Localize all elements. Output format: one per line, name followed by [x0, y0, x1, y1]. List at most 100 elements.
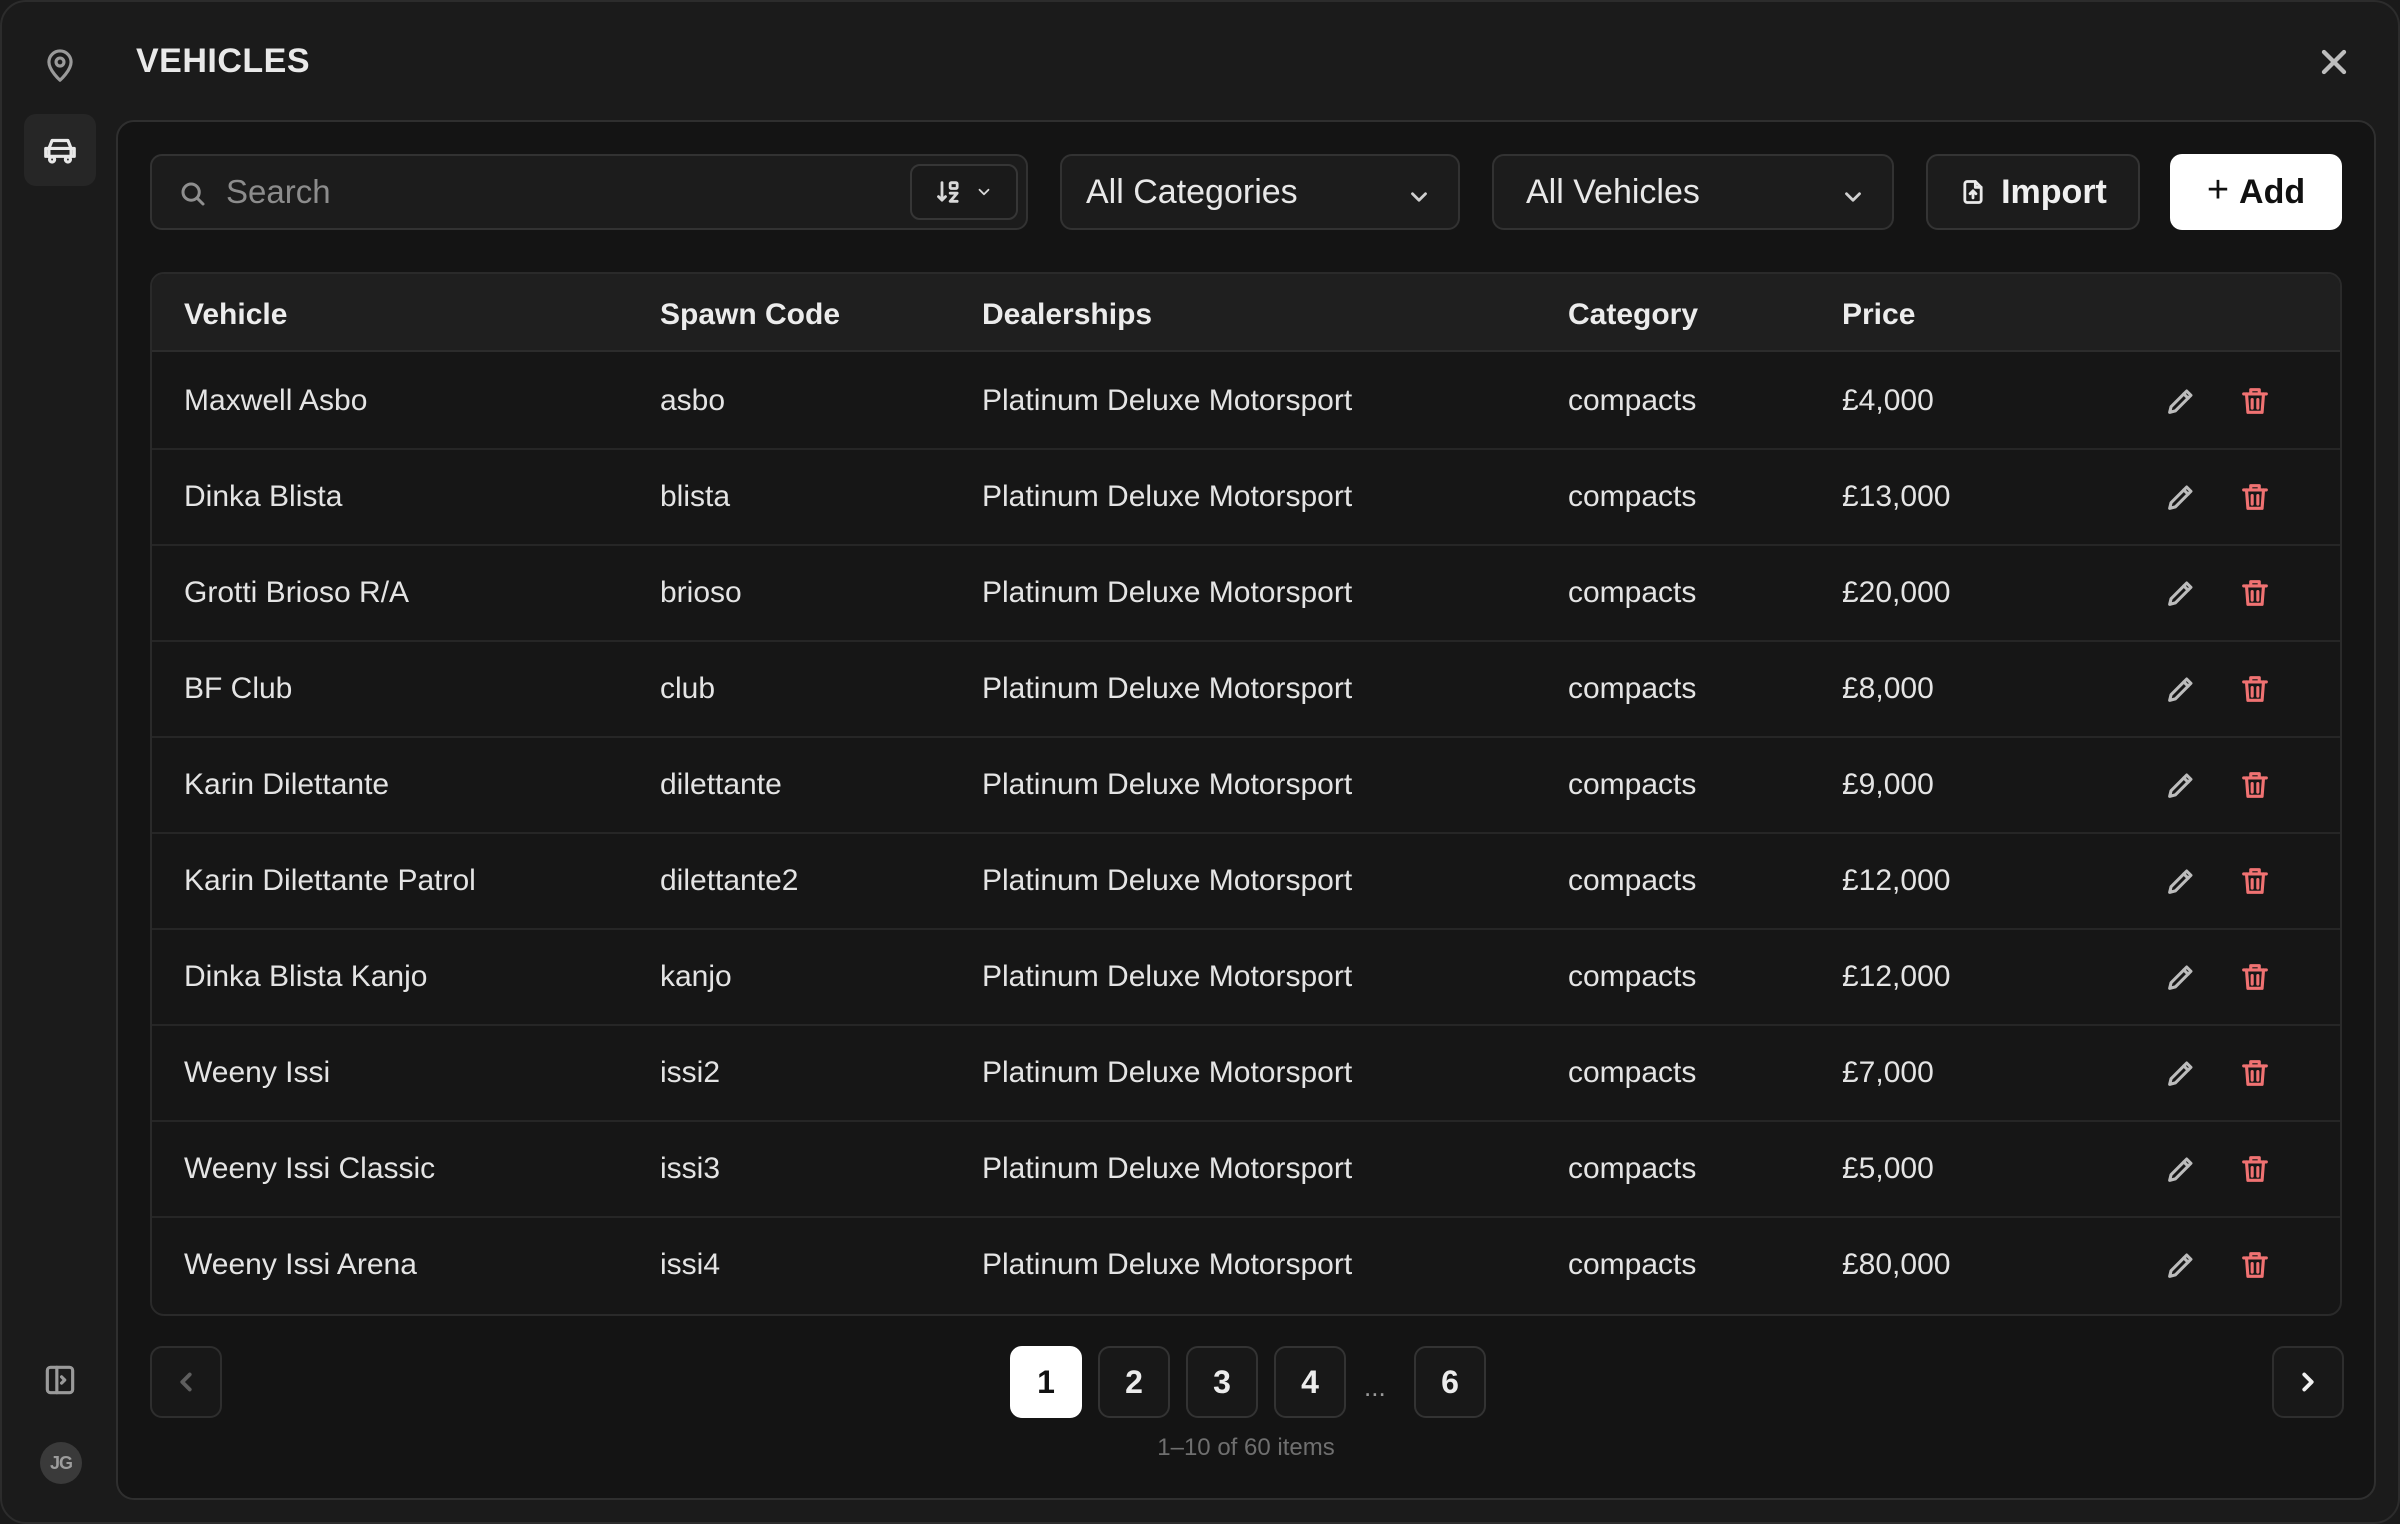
column-header-vehicle[interactable]: Vehicle [184, 298, 287, 332]
cell-price: £9,000 [1842, 768, 1934, 801]
cell-price: £80,000 [1842, 1248, 1951, 1281]
table-row[interactable]: Grotti Brioso R/A brioso Platinum Deluxe M… [152, 546, 2340, 642]
edit-button[interactable] [2164, 1248, 2198, 1282]
edit-button[interactable] [2164, 1152, 2198, 1186]
cell-spawn-code: kanjo [660, 960, 732, 993]
cell-spawn-code: blista [660, 480, 731, 513]
page-button-3[interactable]: 3 [1186, 1346, 1258, 1418]
cell-dealership: Platinum Deluxe Motorsport [982, 672, 1353, 705]
vehicles-panel: All Categories All Vehicles Import + Add [116, 120, 2376, 1500]
vehicle-select[interactable]: All Vehicles [1492, 154, 1894, 230]
cell-category: compacts [1568, 1248, 1697, 1281]
pencil-icon [2168, 485, 2193, 510]
trash-icon [2242, 772, 2268, 798]
trash-icon [2242, 1156, 2268, 1182]
table-row[interactable]: Weeny Issi Arena issi4 Platinum Deluxe Mot… [152, 1218, 2340, 1314]
add-vehicle-button[interactable]: + Add [2170, 154, 2342, 230]
add-label: Add [2239, 172, 2306, 211]
cell-spawn-code: club [660, 672, 716, 705]
table-row[interactable]: BF Club club Platinum Deluxe Motorsport com… [152, 642, 2340, 738]
import-button[interactable]: Import [1926, 154, 2140, 230]
cell-category: compacts [1568, 768, 1697, 801]
previous-page-button[interactable] [150, 1346, 222, 1418]
edit-button[interactable] [2164, 384, 2198, 418]
trash-icon [2242, 868, 2268, 894]
page-button-4[interactable]: 4 [1274, 1346, 1346, 1418]
table-row[interactable]: Weeny Issi Classic issi3 Platinum Deluxe M… [152, 1122, 2340, 1218]
edit-button[interactable] [2164, 576, 2198, 610]
sort-button[interactable] [910, 164, 1018, 220]
pagination-info: 1–10 of 60 items [1157, 1434, 1335, 1461]
pencil-icon [2168, 389, 2193, 414]
avatar[interactable]: JG [40, 1442, 82, 1484]
delete-button[interactable] [2238, 1248, 2272, 1282]
import-label: Import [2001, 172, 2107, 211]
next-page-button[interactable] [2272, 1346, 2344, 1418]
page-button-1[interactable]: 1 [1010, 1346, 1082, 1418]
trash-icon [2242, 388, 2268, 414]
page-title: VEHICLES [136, 42, 311, 80]
vehicles-window: JG VEHICLES Al [0, 0, 2400, 1524]
delete-button[interactable] [2238, 384, 2272, 418]
table-row[interactable]: Maxwell Asbo asbo Platinum Deluxe Motorspo… [152, 354, 2340, 450]
cell-vehicle: Maxwell Asbo [184, 384, 368, 417]
edit-button[interactable] [2164, 960, 2198, 994]
table-row[interactable]: Karin Dilettante Patrol dilettante2 Platin… [152, 834, 2340, 930]
vehicle-select-value: All Vehicles [1526, 172, 1700, 211]
delete-button[interactable] [2238, 672, 2272, 706]
edit-button[interactable] [2164, 768, 2198, 802]
table-row[interactable]: Weeny Issi issi2 Platinum Deluxe Motorspor… [152, 1026, 2340, 1122]
edit-button[interactable] [2164, 864, 2198, 898]
delete-button[interactable] [2238, 1152, 2272, 1186]
edit-button[interactable] [2164, 480, 2198, 514]
category-select[interactable]: All Categories [1060, 154, 1460, 230]
sort-icon [937, 181, 959, 203]
delete-button[interactable] [2238, 576, 2272, 610]
cell-vehicle: Weeny Issi [184, 1056, 331, 1089]
category-select-value: All Categories [1086, 172, 1298, 211]
sidebar-item-locations[interactable] [24, 30, 96, 102]
sidebar-toggle-button[interactable] [24, 1344, 96, 1416]
table-row[interactable]: Karin Dilettante dilettante Platinum Delux… [152, 738, 2340, 834]
column-header-price[interactable]: Price [1842, 298, 1915, 332]
cell-vehicle: BF Club [184, 672, 293, 705]
page-button-2[interactable]: 2 [1098, 1346, 1170, 1418]
delete-button[interactable] [2238, 480, 2272, 514]
cell-spawn-code: dilettante [660, 768, 782, 801]
cell-dealership: Platinum Deluxe Motorsport [982, 864, 1353, 897]
cell-dealership: Platinum Deluxe Motorsport [982, 1152, 1353, 1185]
cell-category: compacts [1568, 960, 1697, 993]
cell-price: £12,000 [1842, 864, 1951, 897]
delete-button[interactable] [2238, 960, 2272, 994]
close-icon [2321, 49, 2347, 75]
page-button-6[interactable]: 6 [1414, 1346, 1486, 1418]
close-button[interactable] [2314, 42, 2354, 82]
column-header-spawn-code[interactable]: Spawn Code [660, 298, 840, 332]
pagination-ellipsis: ... [1364, 1372, 1386, 1402]
cell-dealership: Platinum Deluxe Motorsport [982, 480, 1353, 513]
delete-button[interactable] [2238, 1056, 2272, 1090]
cell-vehicle: Karin Dilettante Patrol [184, 864, 476, 897]
cell-vehicle: Dinka Blista [184, 480, 343, 513]
table-row[interactable]: Dinka Blista blista Platinum Deluxe Motors… [152, 450, 2340, 546]
delete-button[interactable] [2238, 768, 2272, 802]
cell-price: £8,000 [1842, 672, 1934, 705]
cell-price: £4,000 [1842, 384, 1934, 417]
sidebar-item-vehicles[interactable] [24, 114, 96, 186]
chevron-left-icon [180, 1372, 192, 1392]
trash-icon [2242, 964, 2268, 990]
search-input[interactable] [226, 168, 826, 216]
delete-button[interactable] [2238, 864, 2272, 898]
column-header-dealerships[interactable]: Dealerships [982, 298, 1152, 332]
cell-spawn-code: issi3 [660, 1152, 721, 1185]
cell-spawn-code: issi2 [660, 1056, 721, 1089]
edit-button[interactable] [2164, 672, 2198, 706]
edit-button[interactable] [2164, 1056, 2198, 1090]
cell-category: compacts [1568, 576, 1697, 609]
cell-price: £12,000 [1842, 960, 1951, 993]
chevron-down-icon [978, 188, 990, 196]
table-header: Vehicle Spawn Code Dealerships Category … [152, 274, 2340, 352]
trash-icon [2242, 484, 2268, 510]
table-row[interactable]: Dinka Blista Kanjo kanjo Platinum Deluxe M… [152, 930, 2340, 1026]
column-header-category[interactable]: Category [1568, 298, 1698, 332]
